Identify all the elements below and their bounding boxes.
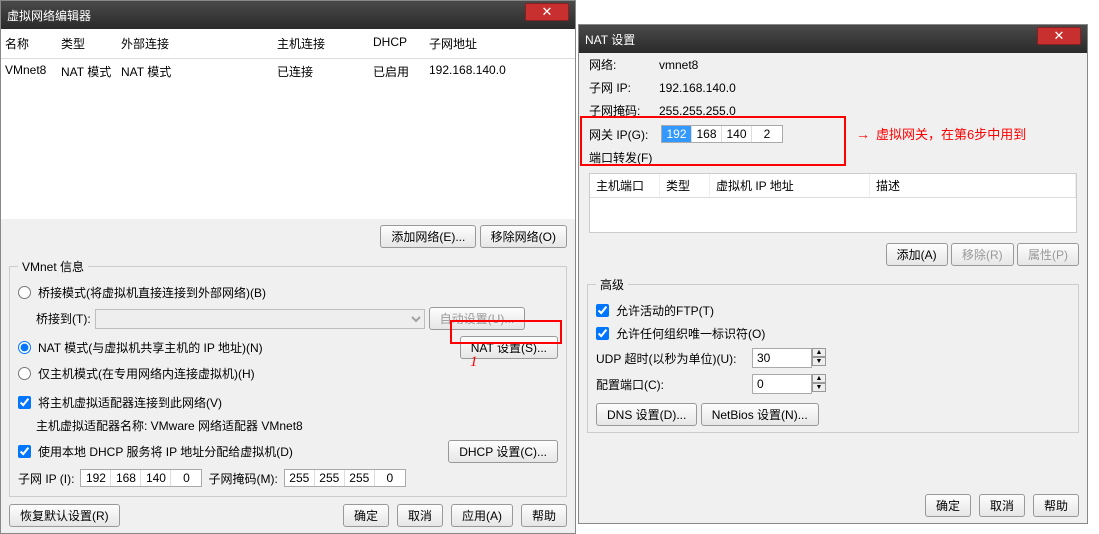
use-dhcp-checkbox[interactable] — [18, 445, 31, 458]
add-network-button[interactable]: 添加网络(E)... — [380, 225, 476, 248]
network-table-body[interactable]: VMnet8 NAT 模式 NAT 模式 已连接 已启用 192.168.140… — [1, 59, 575, 219]
help-button[interactable]: 帮助 — [1033, 494, 1079, 517]
connect-adapter-checkbox[interactable] — [18, 396, 31, 409]
host-only-radio[interactable] — [18, 367, 31, 380]
help-button[interactable]: 帮助 — [521, 504, 567, 527]
ok-button[interactable]: 确定 — [343, 504, 389, 527]
col-type[interactable]: 类型 — [57, 33, 117, 54]
close-icon[interactable]: ✕ — [525, 3, 569, 21]
window-title: 虚拟网络编辑器 — [7, 7, 569, 24]
table-row[interactable]: VMnet8 NAT 模式 NAT 模式 已连接 已启用 192.168.140… — [1, 59, 575, 84]
netbios-settings-button[interactable]: NetBios 设置(N)... — [701, 403, 819, 426]
remove-button[interactable]: 移除(R) — [951, 243, 1014, 266]
restore-defaults-button[interactable]: 恢复默认设置(R) — [9, 504, 120, 527]
remove-network-button[interactable]: 移除网络(O) — [480, 225, 567, 248]
adapter-name-label: 主机虚拟适配器名称: VMware 网络适配器 VMnet8 — [36, 417, 303, 434]
bridge-radio[interactable] — [18, 286, 31, 299]
apply-button[interactable]: 应用(A) — [451, 504, 513, 527]
col-subnet[interactable]: 子网地址 — [425, 33, 575, 54]
gateway-ip-input[interactable]: 1921681402 — [661, 125, 783, 143]
port-forward-table[interactable]: 主机端口 类型 虚拟机 IP 地址 描述 — [589, 173, 1077, 233]
col-dhcp[interactable]: DHCP — [369, 33, 425, 54]
allow-org-id-checkbox[interactable] — [596, 327, 609, 340]
col-name[interactable]: 名称 — [1, 33, 57, 54]
dns-settings-button[interactable]: DNS 设置(D)... — [596, 403, 697, 426]
col-host[interactable]: 主机连接 — [273, 33, 369, 54]
nat-radio[interactable] — [18, 341, 31, 354]
virtual-network-editor-window: 虚拟网络编辑器 ✕ 名称 类型 外部连接 主机连接 DHCP 子网地址 VMne… — [0, 0, 576, 534]
ok-button[interactable]: 确定 — [925, 494, 971, 517]
arrow-right-icon: → — [856, 126, 870, 142]
col-ext[interactable]: 外部连接 — [117, 33, 273, 54]
gateway-ip-label: 网关 IP(G): — [589, 126, 655, 143]
config-port-input[interactable]: ▲▼ — [752, 374, 826, 394]
allow-ftp-checkbox[interactable] — [596, 304, 609, 317]
bridge-to-select[interactable] — [95, 309, 425, 329]
dhcp-settings-button[interactable]: DHCP 设置(C)... — [448, 440, 558, 463]
annotation-label-1: 1 — [470, 354, 478, 371]
window-title: NAT 设置 — [585, 31, 1081, 48]
titlebar[interactable]: NAT 设置 ✕ — [579, 25, 1087, 53]
udp-timeout-input[interactable]: ▲▼ — [752, 348, 826, 368]
cancel-button[interactable]: 取消 — [979, 494, 1025, 517]
annotation-label-2: 虚拟网关，在第6步中用到 — [876, 124, 1026, 143]
titlebar[interactable]: 虚拟网络编辑器 ✕ — [1, 1, 575, 29]
auto-settings-button[interactable]: 自动设置(U)... — [429, 307, 526, 330]
subnet-ip-input[interactable]: 1921681400 — [80, 469, 202, 487]
network-table-header: 名称 类型 外部连接 主机连接 DHCP 子网地址 — [1, 29, 575, 59]
subnet-mask-input[interactable]: 2552552550 — [284, 469, 406, 487]
vmnet-info-legend: VMnet 信息 — [18, 258, 88, 275]
cancel-button[interactable]: 取消 — [397, 504, 443, 527]
nat-settings-window: NAT 设置 ✕ 网络:vmnet8 子网 IP:192.168.140.0 子… — [578, 24, 1088, 524]
properties-button[interactable]: 属性(P) — [1017, 243, 1079, 266]
vmnet-info-group: VMnet 信息 桥接模式(将虚拟机直接连接到外部网络)(B) 桥接到(T): … — [9, 258, 567, 497]
close-icon[interactable]: ✕ — [1037, 27, 1081, 45]
advanced-group: 高级 允许活动的FTP(T) 允许任何组织唯一标识符(O) UDP 超时(以秒为… — [587, 276, 1079, 433]
port-forward-label: 端口转发(F) — [579, 146, 1087, 169]
add-button[interactable]: 添加(A) — [886, 243, 948, 266]
